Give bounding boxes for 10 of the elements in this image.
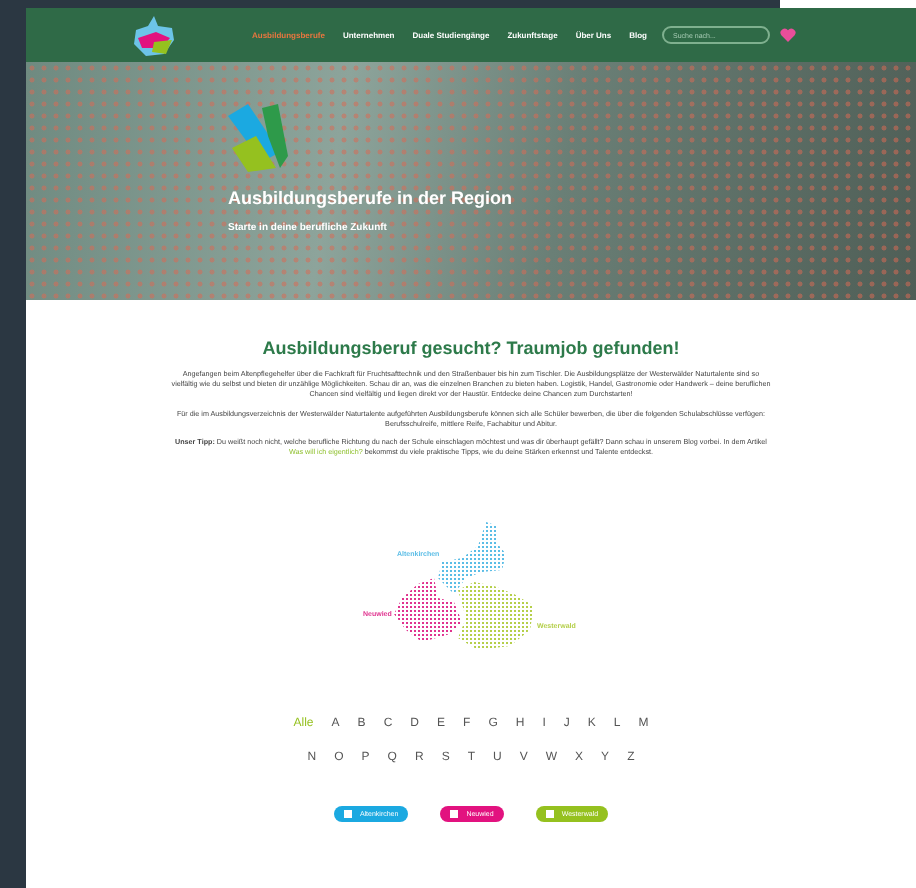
- checkbox[interactable]: [343, 810, 352, 819]
- map-region[interactable]: [393, 578, 461, 643]
- map-region[interactable]: [457, 582, 533, 651]
- checkbox[interactable]: [545, 810, 554, 819]
- heart-icon[interactable]: [780, 28, 797, 42]
- section-heading: Ausbildungsberuf gesucht? Traumjob gefunden!: [262, 338, 680, 360]
- hero-title: Ausbildungsberufe in der Region: [228, 188, 515, 210]
- map-region[interactable]: [437, 522, 505, 595]
- logo-icon[interactable]: [130, 13, 178, 57]
- checkbox[interactable]: [450, 810, 459, 819]
